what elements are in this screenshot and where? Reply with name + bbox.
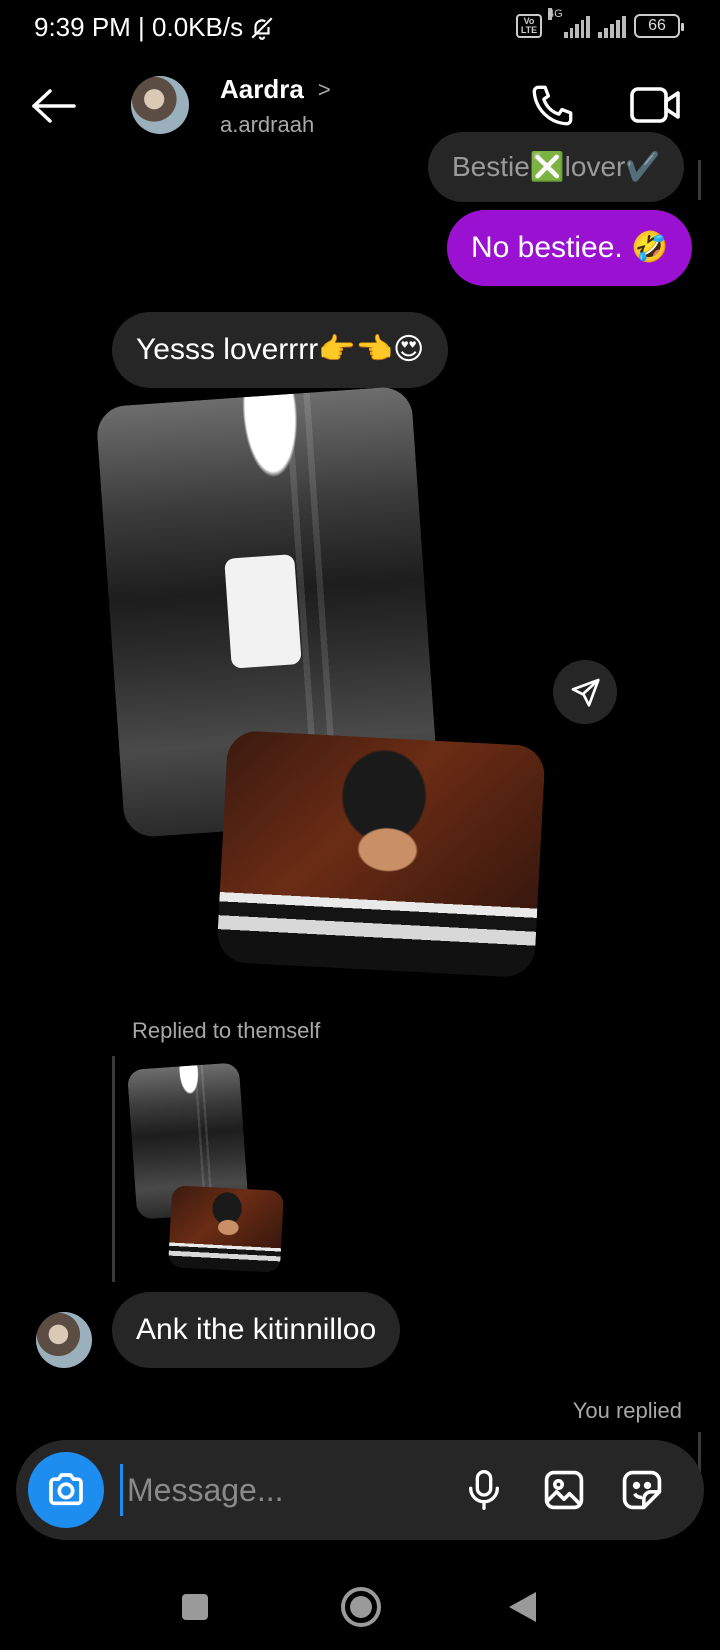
gallery-button[interactable] bbox=[538, 1464, 590, 1516]
replied-photo-color[interactable] bbox=[167, 1185, 285, 1273]
back-button[interactable] bbox=[30, 84, 78, 128]
chevron-right-icon: > bbox=[317, 76, 331, 102]
status-icons: Vo LTE 4G 66 bbox=[516, 8, 684, 38]
microphone-button[interactable] bbox=[458, 1464, 510, 1516]
contact-name-link[interactable]: Aardra > bbox=[220, 74, 331, 105]
camera-icon bbox=[49, 1473, 83, 1506]
battery-icon: 66 bbox=[634, 14, 684, 38]
received-message-text: Yesss loverrrr👉👈😍 bbox=[136, 333, 425, 366]
reply-thread-line bbox=[112, 1056, 115, 1282]
you-replied-thread-line bbox=[698, 1432, 701, 1472]
contact-handle: a.ardraah bbox=[220, 112, 315, 137]
audio-call-button[interactable] bbox=[528, 80, 578, 130]
you-replied-label: You replied bbox=[572, 1398, 682, 1423]
received-message-bubble-2[interactable]: Ank ithe kitinnilloo bbox=[112, 1292, 401, 1368]
sender-avatar[interactable] bbox=[36, 1312, 92, 1368]
message-composer bbox=[16, 1440, 704, 1540]
share-button[interactable] bbox=[553, 660, 617, 724]
status-bar: 9:39 PM | 0.0KB/s Vo LTE 4G 66 bbox=[0, 0, 720, 56]
sticker-icon bbox=[622, 1470, 662, 1510]
received-message-text-2: Ank ithe kitinnilloo bbox=[136, 1313, 377, 1346]
shared-photo-color[interactable] bbox=[216, 729, 546, 979]
sent-message-bubble[interactable]: No bestiee. 🤣 bbox=[447, 210, 693, 286]
signal-icon-2 bbox=[598, 14, 626, 38]
home-button[interactable] bbox=[340, 1586, 382, 1628]
volte-badge: Vo LTE bbox=[516, 14, 542, 38]
phone-icon bbox=[532, 85, 573, 126]
send-icon bbox=[571, 678, 600, 707]
network-type-label: 4G bbox=[548, 8, 563, 20]
recents-button[interactable] bbox=[180, 1592, 210, 1622]
previous-message-text: Bestie❎lover✔️ bbox=[452, 151, 661, 182]
reply-context-label: Replied to themself bbox=[132, 1018, 321, 1043]
triangle-back-icon bbox=[509, 1592, 536, 1622]
back-arrow-icon bbox=[32, 89, 76, 123]
received-message-bubble[interactable]: Yesss loverrrr👉👈😍 bbox=[112, 312, 449, 388]
thread-line bbox=[698, 160, 701, 200]
contact-avatar[interactable] bbox=[131, 76, 189, 134]
system-nav-bar bbox=[0, 1570, 720, 1650]
video-camera-icon bbox=[630, 87, 680, 123]
message-input[interactable] bbox=[120, 1464, 440, 1516]
square-icon bbox=[182, 1594, 208, 1620]
camera-button[interactable] bbox=[28, 1452, 104, 1528]
sticker-button[interactable] bbox=[616, 1464, 668, 1516]
sent-message-text: No bestiee. 🤣 bbox=[471, 231, 669, 264]
photo-figure bbox=[224, 554, 302, 669]
microphone-icon bbox=[469, 1470, 499, 1510]
image-icon bbox=[544, 1470, 584, 1510]
previous-message-bubble[interactable]: Bestie❎lover✔️ bbox=[428, 132, 684, 202]
status-time-text: 9:39 PM | 0.0KB/s bbox=[34, 12, 244, 42]
back-nav-button[interactable] bbox=[506, 1590, 538, 1624]
video-call-button[interactable] bbox=[628, 80, 684, 130]
circle-icon bbox=[341, 1587, 381, 1627]
bell-muted-icon bbox=[251, 16, 273, 40]
signal-icon: 4G bbox=[548, 8, 590, 38]
status-time-speed: 9:39 PM | 0.0KB/s bbox=[34, 12, 275, 43]
contact-name: Aardra bbox=[220, 74, 304, 104]
